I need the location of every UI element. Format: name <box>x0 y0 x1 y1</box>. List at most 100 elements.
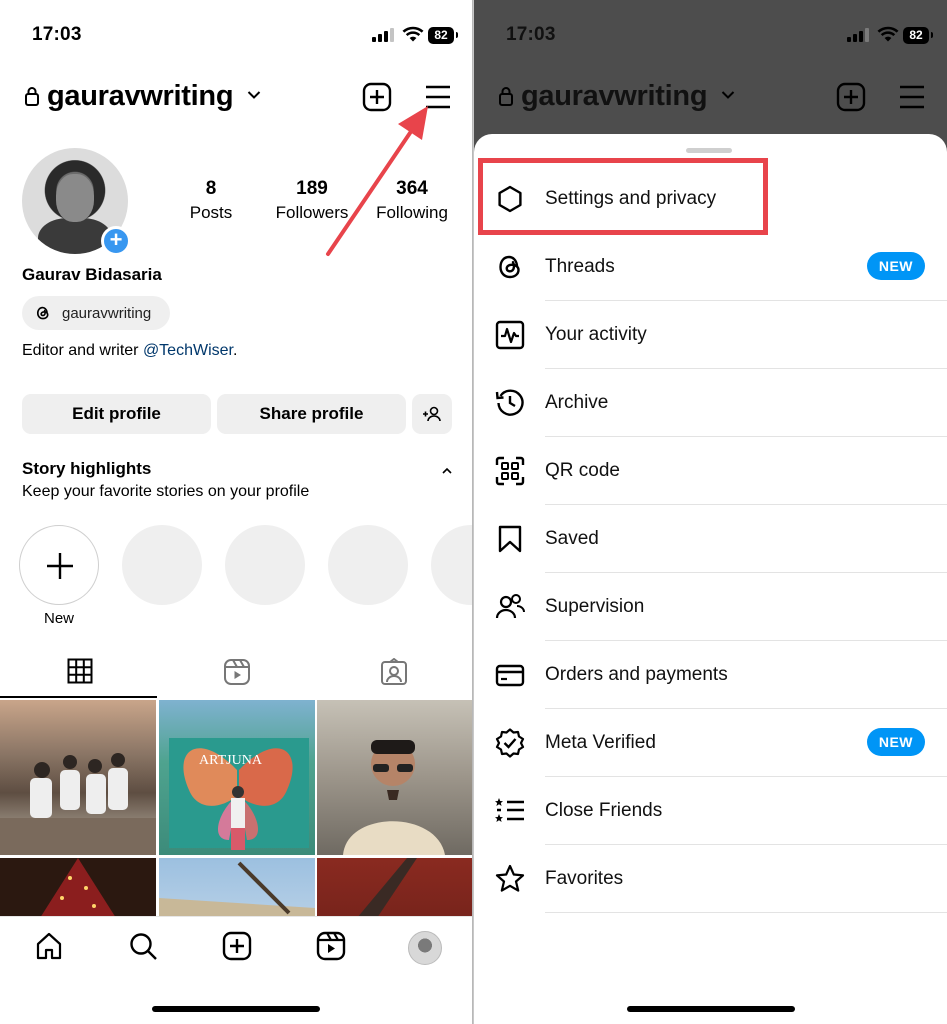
username-switcher[interactable]: gauravwriting <box>47 80 234 113</box>
create-post-icon <box>836 82 866 112</box>
threads-handle: gauravwriting <box>62 304 152 322</box>
menu-item-meta-verified[interactable]: Meta Verified NEW <box>474 709 947 777</box>
discover-people-button[interactable] <box>412 394 452 434</box>
bookmark-icon <box>498 525 522 553</box>
menu-item-qr-code[interactable]: QR code <box>474 437 947 505</box>
new-badge: NEW <box>866 252 925 280</box>
threads-badge[interactable]: gauravwriting <box>22 296 170 330</box>
menu-item-label: Threads <box>545 256 615 277</box>
menu-item-close-friends[interactable]: Close Friends <box>474 777 947 845</box>
posts-stat[interactable]: 8 Posts <box>180 178 242 223</box>
bottom-nav-bar <box>0 916 472 1024</box>
home-icon[interactable] <box>34 931 64 961</box>
menu-item-label: Saved <box>545 528 599 549</box>
lock-icon <box>499 87 513 106</box>
menu-item-label: Meta Verified <box>545 732 656 753</box>
post-thumbnail[interactable]: ARTJUNA <box>159 700 315 855</box>
menu-item-favorites[interactable]: Favorites <box>474 845 947 913</box>
menu-item-label: Orders and payments <box>545 664 728 685</box>
signal-icon <box>372 28 394 42</box>
posts-label: Posts <box>189 203 233 222</box>
divider <box>545 912 947 913</box>
reels-tab-icon[interactable] <box>223 658 251 686</box>
story-highlights-title: Story highlights <box>22 459 152 478</box>
lock-icon <box>25 87 39 106</box>
menu-item-label: Favorites <box>545 868 624 889</box>
menu-item-your-activity[interactable]: Your activity <box>474 301 947 369</box>
status-time: 17:03 <box>32 24 82 45</box>
status-time: 17:03 <box>506 24 556 45</box>
highlight-placeholder <box>225 525 305 605</box>
battery-indicator: 82 <box>903 27 933 44</box>
new-highlight-label: New <box>44 610 75 627</box>
profile-tabs <box>0 652 472 698</box>
bio-mention-link[interactable]: @TechWiser <box>143 342 233 359</box>
new-highlight-button[interactable] <box>19 525 99 605</box>
battery-indicator: 82 <box>428 27 458 44</box>
profile-name: Gaurav Bidasaria <box>22 265 162 284</box>
reels-icon[interactable] <box>316 931 346 961</box>
post-thumbnail[interactable] <box>317 700 472 855</box>
annotation-arrow <box>326 106 428 256</box>
threads-icon <box>499 255 520 279</box>
post-thumbnail[interactable] <box>0 700 156 855</box>
menu-item-label: Archive <box>545 392 609 413</box>
posts-grid: ARTJUNA <box>0 700 472 1013</box>
profile-bio: Editor and writer @TechWiser. <box>22 342 237 360</box>
bio-text: Editor and writer <box>22 342 143 359</box>
sheet-grabber[interactable] <box>686 148 732 153</box>
collapse-caret-icon[interactable] <box>440 466 454 476</box>
christmas-tree-photo <box>40 858 116 918</box>
active-tab-indicator <box>0 696 157 698</box>
menu-item-threads[interactable]: Threads NEW <box>474 233 947 301</box>
highlight-placeholder <box>431 525 472 605</box>
profile-header-dimmed: gauravwriting <box>474 72 947 124</box>
menu-item-supervision[interactable]: Supervision <box>474 573 947 641</box>
add-person-icon <box>423 406 441 422</box>
train-tracks-photo <box>357 858 417 918</box>
wifi-icon <box>877 26 899 42</box>
profile-tab-avatar[interactable] <box>408 931 442 965</box>
status-bar: 17:03 82 <box>0 0 472 62</box>
menu-item-label: Close Friends <box>545 800 663 821</box>
posts-count: 8 <box>205 178 217 199</box>
grid-tab-icon[interactable] <box>67 658 93 684</box>
car-selfie-photo <box>343 740 445 855</box>
new-badge: NEW <box>866 728 925 756</box>
butterfly-mural-photo: ARTJUNA <box>169 738 309 850</box>
menu-bottom-sheet: Settings and privacy Threads NEW Your ac… <box>474 134 947 1024</box>
plus-icon <box>47 553 73 579</box>
menu-item-label: Your activity <box>545 324 647 345</box>
share-profile-button[interactable]: Share profile <box>217 394 406 434</box>
status-bar: 17:03 82 <box>474 0 947 62</box>
create-icon[interactable] <box>222 931 252 961</box>
supervision-icon <box>495 594 525 619</box>
verified-icon <box>495 728 525 758</box>
home-indicator <box>152 1006 320 1012</box>
search-icon[interactable] <box>128 931 158 961</box>
star-icon <box>495 864 525 892</box>
close-friends-icon <box>495 798 524 822</box>
qr-code-icon <box>495 456 525 486</box>
home-indicator <box>626 1006 795 1012</box>
edit-profile-button[interactable]: Edit profile <box>22 394 211 434</box>
highlight-placeholder <box>328 525 408 605</box>
activity-icon <box>495 320 525 350</box>
wifi-icon <box>402 26 424 42</box>
add-story-icon[interactable]: + <box>101 226 131 256</box>
menu-item-archive[interactable]: Archive <box>474 369 947 437</box>
menu-item-orders-and-payments[interactable]: Orders and payments <box>474 641 947 709</box>
chevron-down-icon <box>721 91 735 99</box>
username-switcher: gauravwriting <box>521 80 708 112</box>
card-icon <box>495 664 525 687</box>
threads-icon <box>36 306 49 320</box>
hamburger-menu-icon <box>900 85 924 109</box>
chevron-down-icon[interactable] <box>247 90 261 100</box>
tagged-tab-icon[interactable] <box>380 658 408 686</box>
highlight-placeholder <box>122 525 202 605</box>
menu-item-saved[interactable]: Saved <box>474 505 947 573</box>
profile-screen: 17:03 82 gauravwriting + 8 Posts 189 Fol… <box>0 0 473 1024</box>
annotation-highlight-box <box>478 158 768 235</box>
beach-photo <box>159 861 315 918</box>
archive-icon <box>495 389 524 416</box>
